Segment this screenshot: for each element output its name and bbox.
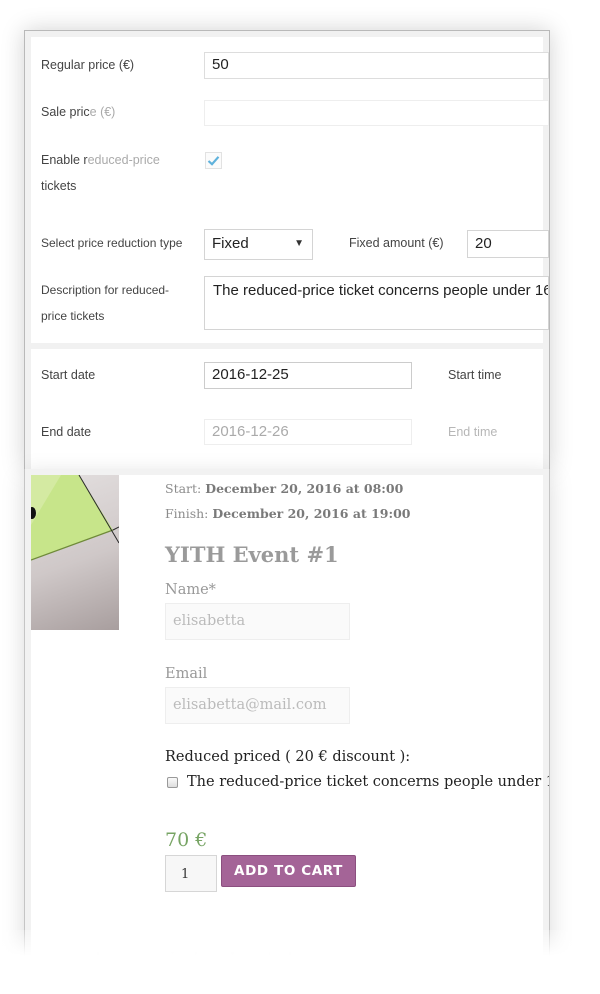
event-start-value: December 20, 2016 at 08:00 — [205, 481, 404, 496]
reduced-price-option-label: The reduced-price ticket concerns people… — [187, 774, 550, 790]
regular-price-label: Regular price (€) — [41, 58, 135, 72]
dropdown-arrow-icon: ▼ — [294, 238, 304, 249]
quantity-input[interactable]: 1 — [165, 855, 217, 892]
event-finish: Finish: December 20, 2016 at 19:00 — [165, 506, 410, 521]
dates-panel: Start date 2016-12-25 Start time End dat… — [31, 349, 543, 469]
description-label: Description for reduced- — [41, 283, 170, 297]
enable-reduced-label: Enable reduced-price — [41, 147, 160, 173]
checkmark-icon — [207, 156, 220, 166]
product-image-graphic — [31, 475, 119, 561]
sale-price-label-faded: e (€) — [89, 105, 116, 119]
start-date-label: Start date — [41, 368, 96, 382]
sale-price-label: Sale price (€) — [41, 99, 115, 125]
sale-price-input[interactable] — [204, 100, 549, 126]
product-content: Start: December 20, 2016 at 08:00 Finish… — [31, 475, 549, 959]
name-input[interactable]: elisabetta — [165, 603, 350, 640]
product-title: YITH Event #1 — [165, 542, 339, 567]
end-date-input[interactable]: 2016-12-26 — [204, 419, 412, 445]
reduced-price-checkbox[interactable] — [167, 776, 178, 788]
fixed-amount-input[interactable]: 20 — [467, 230, 549, 258]
email-input[interactable]: elisabetta@mail.com — [165, 687, 350, 724]
add-to-cart-button[interactable]: ADD TO CART — [221, 855, 356, 887]
sale-price-label-text: Sale pric — [41, 105, 90, 119]
pricing-panel: Regular price (€) 50 Sale price (€) Enab… — [31, 37, 549, 343]
email-label: Email — [165, 666, 208, 682]
enable-reduced-label-line2: tickets — [41, 179, 77, 193]
reduced-price-label: Reduced priced ( 20 € discount ): — [165, 749, 411, 765]
event-start: Start: December 20, 2016 at 08:00 — [165, 481, 403, 496]
fixed-amount-label: Fixed amount (€) — [349, 236, 444, 250]
start-time-label: Start time — [448, 368, 502, 382]
event-start-label: Start: — [165, 481, 202, 496]
event-finish-value: December 20, 2016 at 19:00 — [212, 506, 411, 521]
reduction-type-value: Fixed — [212, 235, 249, 252]
product-price: 70 € — [165, 829, 208, 851]
reduced-price-option[interactable]: The reduced-price ticket concerns people… — [167, 774, 550, 790]
event-finish-label: Finish: — [165, 506, 209, 521]
enable-reduced-label-faded: educed-price — [87, 153, 160, 167]
description-label-line2: price tickets — [41, 309, 105, 323]
product-page-window: Start: December 20, 2016 at 08:00 Finish… — [24, 469, 550, 959]
admin-settings-window: Regular price (€) 50 Sale price (€) Enab… — [24, 30, 550, 470]
name-label: Name* — [165, 582, 216, 598]
enable-reduced-label-text: Enable r — [41, 153, 88, 167]
description-textarea[interactable]: The reduced-price ticket concerns people… — [204, 276, 549, 330]
bottom-fade-overlay — [0, 930, 600, 994]
end-date-label: End date — [41, 425, 92, 439]
enable-reduced-checkbox[interactable] — [205, 152, 222, 169]
regular-price-input[interactable]: 50 — [204, 52, 549, 79]
start-date-input[interactable]: 2016-12-25 — [204, 362, 412, 389]
end-time-label: End time — [448, 425, 498, 439]
reduction-type-select[interactable]: Fixed ▼ — [204, 229, 313, 260]
reduction-type-label: Select price reduction type — [41, 236, 183, 250]
product-thumbnail[interactable] — [31, 475, 119, 630]
